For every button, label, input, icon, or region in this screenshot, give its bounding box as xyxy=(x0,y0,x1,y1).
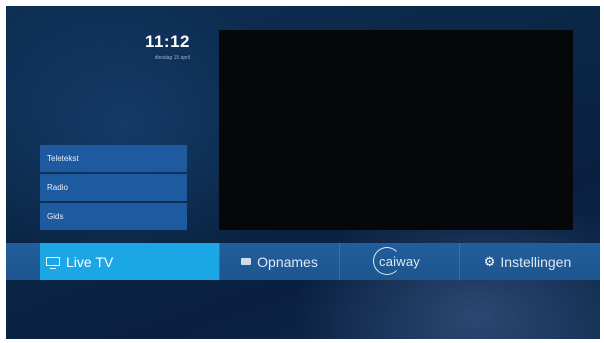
side-item-teletekst[interactable]: Teletekst xyxy=(40,145,187,172)
tv-home-screen: 11:12 dinsdag 15 april Teletekst Radio G… xyxy=(6,6,600,339)
menu-item-opnames[interactable]: Opnames xyxy=(219,243,339,280)
video-preview[interactable] xyxy=(219,30,573,230)
caiway-ring-icon xyxy=(373,247,402,275)
clock-date: dinsdag 15 april xyxy=(154,55,190,61)
clock-time: 11:12 xyxy=(144,32,190,51)
menu-item-label: Opnames xyxy=(257,253,318,270)
menu-item-live-tv[interactable]: Live TV xyxy=(40,243,219,280)
menu-item-caiway[interactable]: caiway xyxy=(339,243,459,280)
record-icon xyxy=(241,258,252,265)
side-menu: Teletekst Radio Gids xyxy=(40,145,187,232)
side-item-gids[interactable]: Gids xyxy=(40,203,187,230)
menu-item-label: Instellingen xyxy=(500,253,572,270)
clock: 11:12 dinsdag 15 april xyxy=(46,32,190,62)
menu-item-label: Live TV xyxy=(66,253,114,270)
tv-icon xyxy=(46,257,60,269)
main-menu-bar: Live TV Opnames caiway ⚙ Instellingen xyxy=(6,243,600,280)
gear-icon: ⚙ xyxy=(483,253,496,269)
side-item-radio[interactable]: Radio xyxy=(40,174,187,201)
menu-item-instellingen[interactable]: ⚙ Instellingen xyxy=(459,243,595,280)
caiway-logo: caiway xyxy=(373,247,420,275)
